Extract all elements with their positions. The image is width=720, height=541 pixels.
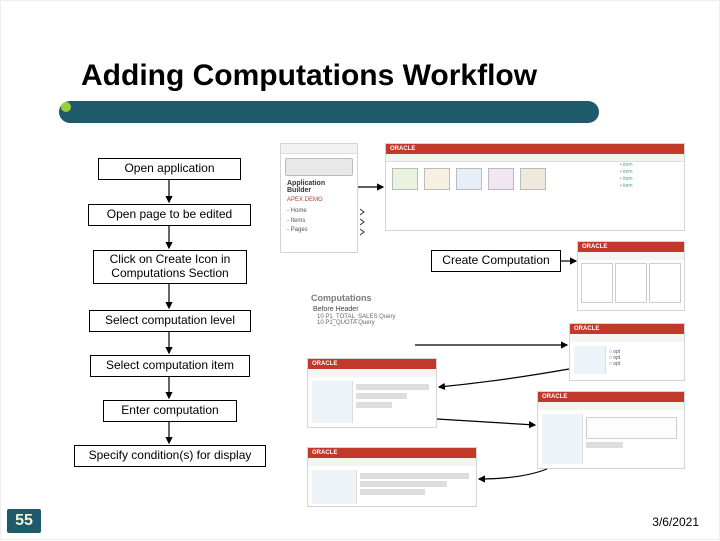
thumb-wizard-condition: ORACLE [307,447,477,507]
step-open-application: Open application [98,158,241,180]
step-open-page: Open page to be edited [88,204,251,226]
thumb-computations-section: Computations Before Header 10 P1_TOTAL_S… [307,291,415,349]
oracle-brand-bar: ORACLE [538,392,684,402]
slide-date: 3/6/2021 [652,515,699,529]
title-bullet [61,102,71,112]
thumb-wizard-enter: ORACLE [537,391,685,469]
thumb-wizard-level: ORACLE ○ opt○ opt○ opt [569,323,685,381]
oracle-brand-bar: ORACLE [578,242,684,252]
thumb-wizard-item: ORACLE [307,358,437,428]
page-number: 55 [7,509,41,533]
oracle-brand-bar: ORACLE [386,144,684,154]
oracle-brand-bar: ORACLE [570,324,684,334]
title-rule [59,101,599,123]
computations-header-label: Computations [307,291,415,305]
step-click-create-icon: Click on Create Icon in Computations Sec… [93,250,247,284]
step-enter-computation: Enter computation [103,400,237,422]
thumb-page-def: ORACLE [577,241,685,311]
oracle-brand-bar: ORACLE [308,448,476,458]
callout-create-computation: Create Computation [431,250,561,272]
step-select-level: Select computation level [89,310,251,332]
slide-title: Adding Computations Workflow [81,59,537,93]
step-specify-condition: Specify condition(s) for display [74,445,266,467]
oracle-brand-bar: ORACLE [308,359,436,369]
thumb-app-home: ORACLE • item• item• item• item [385,143,685,231]
thumb-app-builder: Application Builder APEX DEMO - Home- It… [280,143,358,253]
step-select-item: Select computation item [90,355,250,377]
